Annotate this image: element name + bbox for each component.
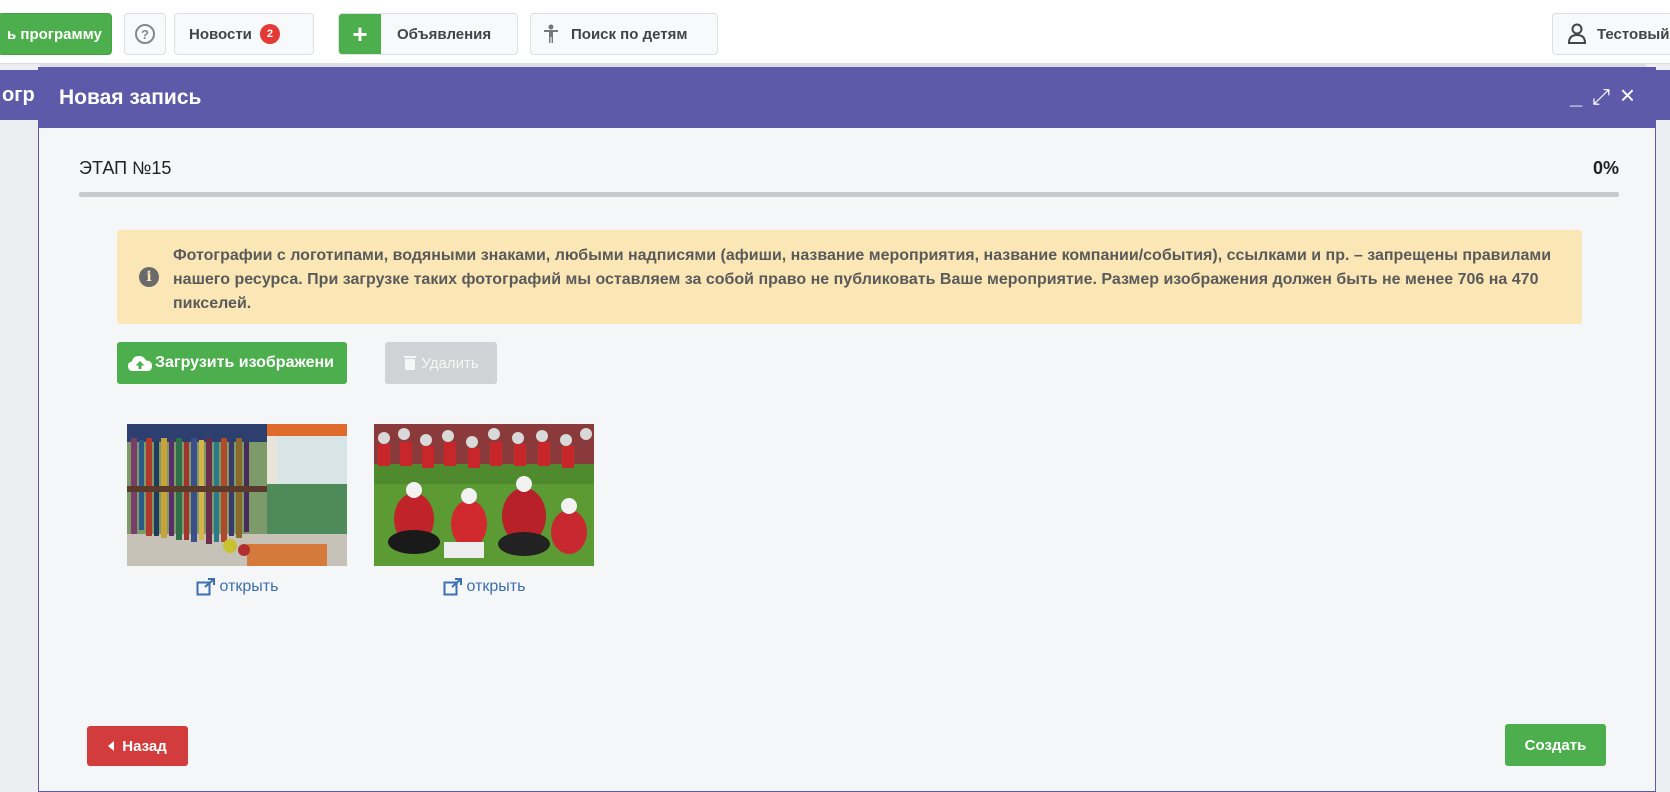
help-button[interactable]: ?	[124, 13, 166, 55]
cloud-upload-icon	[128, 356, 152, 371]
upload-image-button[interactable]: Загрузить изображени	[117, 342, 347, 384]
open-link-label: открыть	[466, 578, 526, 595]
top-bar: ь программу ? Новости 2 + Объявления Пои…	[0, 0, 1670, 64]
alert-text: Фотографии с логотипами, водяными знакам…	[173, 247, 1552, 312]
upload-button-label: Загрузить изображени	[155, 354, 334, 371]
external-link-icon	[443, 578, 462, 596]
create-button-label: Создать	[1524, 736, 1587, 754]
caret-left-icon	[108, 741, 115, 751]
program-button-label: ь программу	[7, 25, 102, 43]
background-left-header: огр	[0, 70, 40, 120]
progress-percent: 0%	[1592, 158, 1619, 178]
child-search-button[interactable]: Поиск по детям	[530, 13, 718, 55]
stage-row: ЭТАП №15 0%	[79, 158, 1619, 179]
ads-button[interactable]: + Объявления	[338, 13, 518, 55]
minimize-icon[interactable]: _	[1570, 84, 1582, 110]
user-label: Тестовый	[1597, 25, 1670, 43]
image-thumbnail-1[interactable]	[127, 424, 347, 566]
create-button[interactable]: Создать	[1505, 724, 1606, 766]
stage-label: ЭТАП №15	[79, 158, 172, 178]
help-icon: ?	[135, 24, 155, 44]
open-image-link-1[interactable]: открыть	[127, 578, 347, 596]
plus-icon: +	[339, 14, 381, 54]
trash-icon	[404, 356, 417, 370]
page: ь программу ? Новости 2 + Объявления Пои…	[0, 0, 1670, 792]
expand-icon[interactable]: ⤢	[1592, 84, 1610, 110]
background-left-panel	[0, 64, 40, 792]
program-button[interactable]: ь программу	[0, 13, 112, 55]
info-icon: i	[139, 267, 159, 287]
modal-title: Новая запись	[59, 86, 202, 109]
child-search-label: Поиск по детям	[571, 25, 688, 43]
child-icon	[544, 24, 558, 43]
new-entry-modal: Новая запись _ ⤢ × ЭТАП №15 0% i Фотогра…	[38, 67, 1656, 792]
back-button-label: Назад	[122, 737, 167, 755]
open-image-link-2[interactable]: открыть	[374, 578, 594, 596]
delete-button[interactable]: Удалить	[385, 342, 497, 384]
user-menu[interactable]: Тестовый	[1552, 13, 1670, 55]
modal-header: Новая запись _ ⤢ ×	[39, 68, 1655, 128]
external-link-icon	[196, 578, 215, 596]
ads-label: Объявления	[397, 25, 492, 43]
image-thumbnail-2[interactable]	[374, 424, 594, 566]
open-link-label: открыть	[219, 578, 279, 595]
back-button[interactable]: Назад	[87, 726, 188, 766]
delete-button-label: Удалить	[421, 354, 479, 372]
modal-controls: _ ⤢ ×	[1570, 82, 1635, 110]
user-icon	[1567, 23, 1587, 44]
warning-alert: i Фотографии с логотипами, водяными знак…	[117, 230, 1582, 324]
close-icon[interactable]: ×	[1620, 82, 1635, 110]
textile-photo	[127, 424, 347, 566]
news-label: Новости	[189, 25, 252, 43]
folk-dance-photo	[374, 424, 594, 566]
news-badge: 2	[259, 24, 280, 44]
progress-bar	[79, 192, 1619, 197]
news-button[interactable]: Новости 2	[174, 13, 314, 55]
